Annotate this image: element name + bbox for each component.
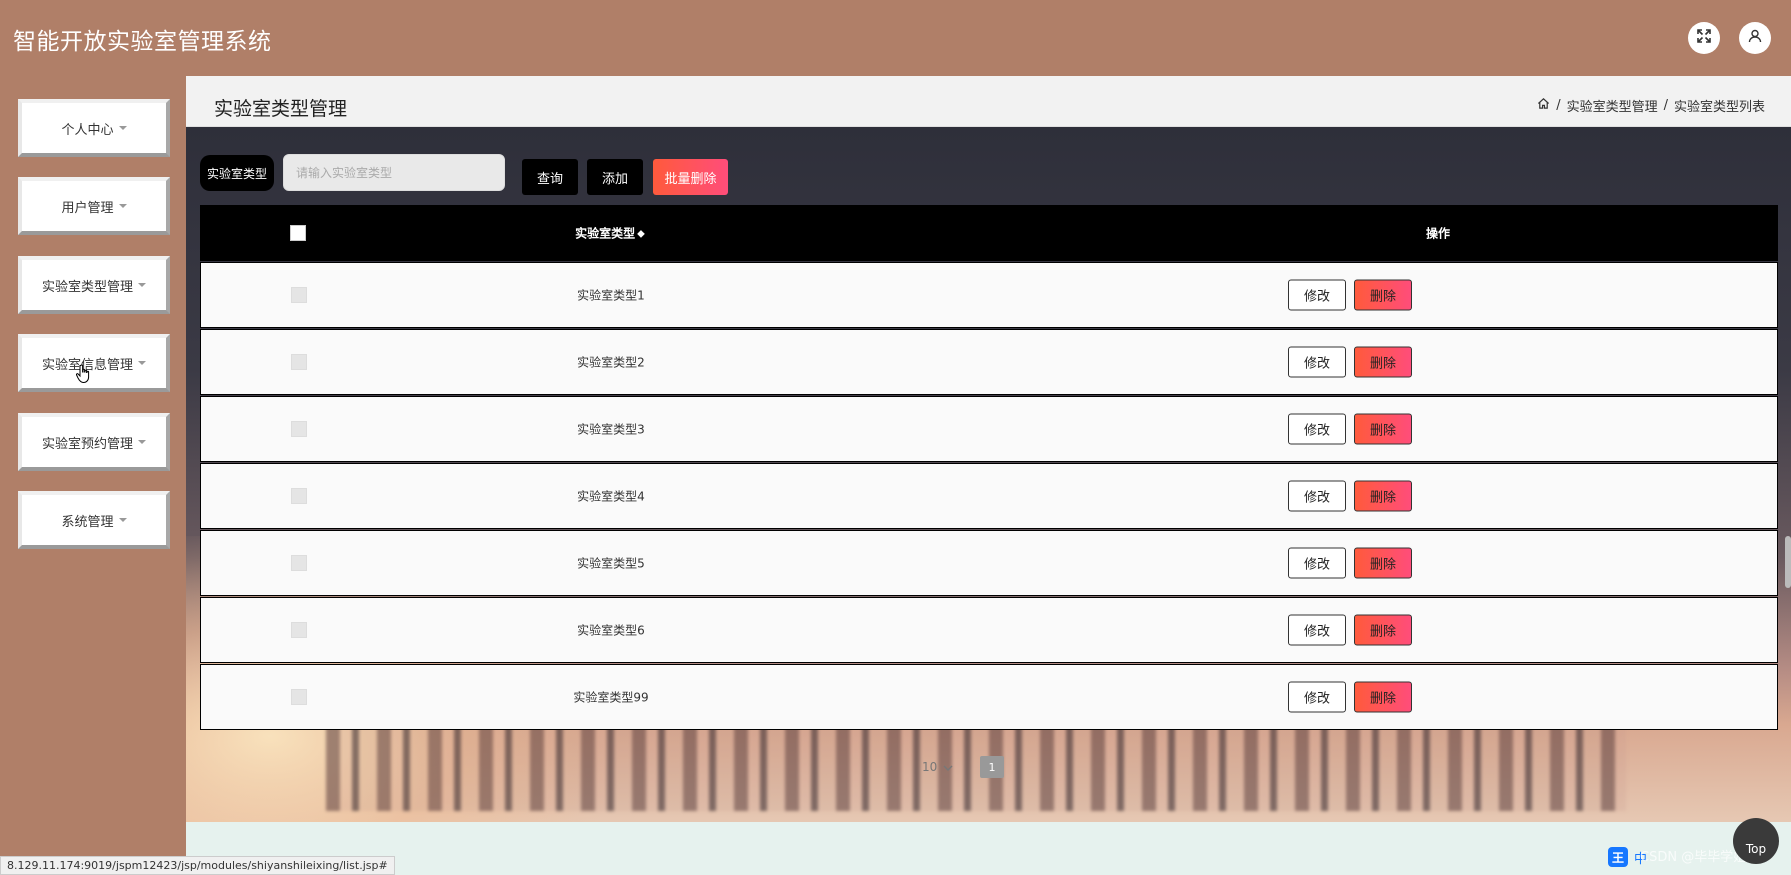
user-profile-button[interactable] — [1739, 22, 1771, 54]
breadcrumb-separator: / — [1663, 98, 1668, 113]
cell-lab-type: 实验室类型3 — [577, 422, 645, 437]
delete-button[interactable]: 删除 — [1354, 681, 1412, 713]
sidebar-item-lab-type-management[interactable]: 实验室类型管理 — [18, 256, 170, 314]
delete-button[interactable]: 删除 — [1354, 346, 1412, 378]
table-row: 实验室类型6 修改 删除 — [200, 597, 1778, 663]
edit-button[interactable]: 修改 — [1288, 547, 1346, 579]
row-checkbox[interactable] — [291, 287, 307, 303]
breadcrumb-item-lab-type-management[interactable]: 实验室类型管理 — [1567, 96, 1658, 115]
caret-down-icon — [118, 204, 127, 208]
page-title: 实验室类型管理 — [214, 98, 348, 120]
ime-logo-icon[interactable]: 王 — [1608, 847, 1628, 867]
main-content: 实验室类型管理 / 实验室类型管理 / 实验室类型列表 实验室类型 查询 添加 … — [186, 76, 1791, 822]
table-row: 实验室类型2 修改 删除 — [200, 329, 1778, 395]
sidebar-item-lab-booking-management[interactable]: 实验室预约管理 — [18, 413, 170, 471]
edit-button[interactable]: 修改 — [1288, 346, 1346, 378]
edit-button[interactable]: 修改 — [1288, 279, 1346, 311]
sidebar-item-label: 系统管理 — [61, 514, 114, 530]
caret-down-icon — [118, 518, 127, 522]
page-size-select[interactable]: 10 — [922, 756, 972, 778]
row-checkbox[interactable] — [291, 488, 307, 504]
select-all-cell — [290, 225, 306, 241]
edit-button[interactable]: 修改 — [1288, 480, 1346, 512]
watermark: CSDN @毕毕学姐 — [1640, 850, 1747, 865]
edit-button[interactable]: 修改 — [1288, 681, 1346, 713]
sidebar-item-personal-center[interactable]: 个人中心 — [18, 99, 170, 157]
breadcrumb-separator: / — [1556, 98, 1561, 113]
status-url: 8.129.11.174:9019/jspm12423/jsp/modules/… — [0, 856, 395, 875]
sidebar-item-label: 个人中心 — [61, 122, 114, 138]
row-checkbox[interactable] — [291, 354, 307, 370]
lab-type-table: 实验室类型 ◆ 操作 实验室类型1 修改 删除 实验室类型2 修改 删除 实验室类型3… — [200, 205, 1778, 730]
sidebar-item-user-management[interactable]: 用户管理 — [18, 177, 170, 235]
delete-button[interactable]: 删除 — [1354, 614, 1412, 646]
breadcrumb-item-lab-type-list: 实验室类型列表 — [1673, 100, 1765, 115]
cell-lab-type: 实验室类型6 — [577, 623, 645, 638]
cell-lab-type: 实验室类型99 — [573, 690, 649, 705]
delete-button[interactable]: 删除 — [1354, 480, 1412, 512]
select-all-checkbox[interactable] — [290, 225, 306, 241]
query-button[interactable]: 查询 — [522, 159, 578, 195]
pagination: 10 1 — [922, 756, 1004, 778]
page-header: 实验室类型管理 / 实验室类型管理 / 实验室类型列表 — [186, 76, 1791, 127]
app-title: 智能开放实验室管理系统 — [13, 29, 272, 55]
chevron-down-icon — [943, 760, 953, 774]
user-icon — [1747, 28, 1763, 48]
table-row: 实验室类型4 修改 删除 — [200, 463, 1778, 529]
sidebar-item-label: 实验室类型管理 — [41, 279, 133, 295]
cell-lab-type: 实验室类型2 — [577, 355, 645, 370]
table-row: 实验室类型99 修改 删除 — [200, 664, 1778, 730]
table-row: 实验室类型5 修改 删除 — [200, 530, 1778, 596]
cell-lab-type: 实验室类型4 — [577, 489, 645, 504]
batch-delete-button[interactable]: 批量删除 — [653, 159, 728, 195]
table-row: 实验室类型1 修改 删除 — [200, 262, 1778, 328]
delete-button[interactable]: 删除 — [1354, 279, 1412, 311]
delete-button[interactable]: 删除 — [1354, 547, 1412, 579]
sidebar-item-system-management[interactable]: 系统管理 — [18, 491, 170, 549]
page-button-current[interactable]: 1 — [980, 756, 1004, 778]
table-header: 实验室类型 ◆ 操作 — [200, 205, 1778, 261]
search-input[interactable] — [283, 154, 505, 191]
column-header-actions: 操作 — [1425, 226, 1450, 241]
fullscreen-button[interactable] — [1688, 22, 1720, 54]
caret-down-icon — [138, 361, 146, 365]
caret-down-icon — [118, 126, 127, 130]
sidebar-item-label: 实验室预约管理 — [41, 436, 133, 452]
row-checkbox[interactable] — [291, 689, 307, 705]
fullscreen-icon — [1696, 28, 1712, 48]
column-header-lab-type[interactable]: 实验室类型 ◆ — [500, 225, 720, 242]
sidebar: 个人中心 用户管理 实验室类型管理 实验室信息管理 实验室预约管理 系统管理 — [0, 76, 186, 875]
cell-lab-type: 实验室类型1 — [577, 288, 645, 303]
home-icon[interactable] — [1537, 97, 1550, 114]
add-button[interactable]: 添加 — [587, 159, 643, 195]
back-to-top-button[interactable]: Top — [1733, 818, 1779, 864]
table-row: 实验室类型3 修改 删除 — [200, 396, 1778, 462]
sort-icon[interactable]: ◆ — [637, 229, 645, 240]
search-field-label: 实验室类型 — [200, 155, 274, 191]
edit-button[interactable]: 修改 — [1288, 614, 1346, 646]
delete-button[interactable]: 删除 — [1354, 413, 1412, 445]
caret-down-icon — [138, 283, 146, 287]
edit-button[interactable]: 修改 — [1288, 413, 1346, 445]
row-checkbox[interactable] — [291, 555, 307, 571]
cell-lab-type: 实验室类型5 — [577, 556, 645, 571]
breadcrumb: / 实验室类型管理 / 实验室类型列表 — [1537, 96, 1765, 115]
row-checkbox[interactable] — [291, 622, 307, 638]
sidebar-item-lab-info-management[interactable]: 实验室信息管理 — [18, 334, 170, 392]
hand-cursor-icon — [75, 364, 92, 388]
top-header: 智能开放实验室管理系统 — [0, 0, 1791, 76]
scrollbar-thumb[interactable] — [1785, 536, 1791, 588]
sidebar-item-label: 用户管理 — [61, 200, 114, 216]
row-checkbox[interactable] — [291, 421, 307, 437]
caret-down-icon — [138, 440, 146, 444]
